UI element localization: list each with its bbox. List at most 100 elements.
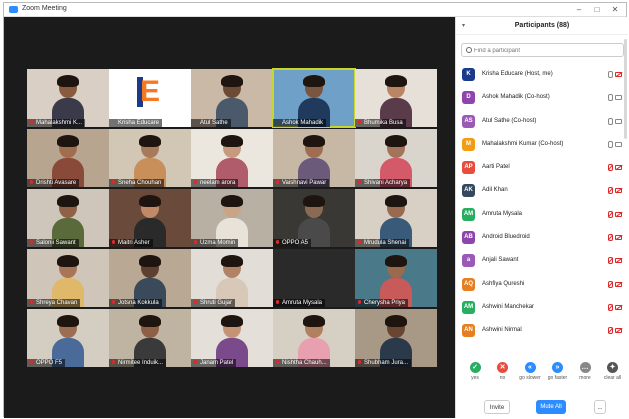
video-off-icon[interactable] xyxy=(615,235,622,241)
reaction-go-faster-button[interactable]: » go faster xyxy=(544,362,572,381)
participant-scrollbar[interactable] xyxy=(624,39,627,139)
avatar: AN xyxy=(462,324,475,338)
muted-mic-icon[interactable] xyxy=(607,257,613,265)
participant-name: Ashwini Nirmal xyxy=(482,327,522,334)
participant-row[interactable]: M Mahalakshmi Kumar (Co-host) xyxy=(456,134,629,157)
tile-name-label: Mrudula Shenai xyxy=(355,239,410,247)
video-tile[interactable]: Uzma Momin xyxy=(191,189,273,247)
tile-name-label: Jotsna Kokkula xyxy=(109,299,162,307)
muted-mic-icon[interactable] xyxy=(607,303,613,311)
reaction-more-button[interactable]: … more xyxy=(571,362,599,381)
participant-row[interactable]: AN Ashwini Nirmal xyxy=(456,320,629,343)
video-tile[interactable]: Cherysha Priya xyxy=(355,249,437,307)
participant-row[interactable]: AQ Ashfiya Qureshi xyxy=(456,274,629,297)
video-tile[interactable]: Shubham Jura... xyxy=(355,309,437,367)
video-icon[interactable] xyxy=(615,95,622,101)
video-tile[interactable]: Sneha Chouhan xyxy=(109,129,191,187)
reaction-go-slower-button[interactable]: « go slower xyxy=(516,362,544,381)
video-tile[interactable]: Nishtha Chauh... xyxy=(273,309,355,367)
muted-mic-icon[interactable] xyxy=(607,234,613,242)
video-off-icon[interactable] xyxy=(615,188,622,194)
avatar: AK xyxy=(462,184,475,198)
avatar: AM xyxy=(462,207,475,221)
muted-mic-icon[interactable] xyxy=(607,327,613,335)
reaction-label: no xyxy=(499,375,506,381)
video-tile[interactable]: Bhumika Busa xyxy=(355,69,437,127)
mic-icon[interactable] xyxy=(607,140,613,148)
muted-mic-icon xyxy=(358,300,362,305)
video-icon[interactable] xyxy=(615,118,622,124)
video-tile[interactable]: Ashok Mahadik xyxy=(272,68,356,128)
video-off-icon[interactable] xyxy=(615,281,622,287)
participants-header: ▾ Participants (88) xyxy=(456,17,628,35)
video-tile[interactable]: Shruti Gujar xyxy=(191,249,273,307)
video-tile[interactable]: E Krisha Educare xyxy=(109,69,191,127)
muted-mic-icon[interactable] xyxy=(607,164,613,172)
video-tile[interactable]: Jotsna Kokkula xyxy=(109,249,191,307)
video-off-icon[interactable] xyxy=(615,328,622,334)
avatar: AM xyxy=(462,300,475,314)
close-icon[interactable]: ✕ xyxy=(606,3,624,16)
reaction-clear-all-button[interactable]: ✦ clear all xyxy=(599,362,627,381)
video-tile[interactable]: Shreya Chavan xyxy=(27,249,109,307)
video-tile[interactable]: Drishti Avasare xyxy=(27,129,109,187)
video-tile[interactable]: Atul Sathe xyxy=(191,69,273,127)
video-icon[interactable] xyxy=(615,141,622,147)
video-tile[interactable]: Mahalakshmi K... xyxy=(27,69,109,127)
maximize-icon[interactable]: □ xyxy=(588,3,606,16)
participant-row[interactable]: AM Amruta Mysala xyxy=(456,204,629,227)
minimize-icon[interactable]: – xyxy=(570,3,588,16)
participant-row[interactable]: a Anjali Sawant xyxy=(456,250,629,273)
tile-name-label: Shubham Jura... xyxy=(355,359,412,367)
participant-name: Atul Sathe (Co-host) xyxy=(482,117,537,124)
video-tile[interactable]: Salonii Sawant xyxy=(27,189,109,247)
more-options-button[interactable]: ... xyxy=(594,400,606,414)
participant-row[interactable]: AM Ashwini Manchekar xyxy=(456,297,629,320)
participant-row[interactable]: AK Adil Khan xyxy=(456,180,629,203)
avatar: a xyxy=(462,254,475,268)
muted-mic-icon xyxy=(194,300,198,305)
participant-row[interactable]: K Krisha Educare (Host, me) xyxy=(456,64,629,87)
muted-mic-icon[interactable] xyxy=(607,187,613,195)
participant-video xyxy=(132,192,168,247)
tile-name-label: Drishti Avasare xyxy=(27,179,80,187)
muted-mic-icon xyxy=(276,180,280,185)
reaction-icon: … xyxy=(579,362,591,373)
invite-button[interactable]: Invite xyxy=(484,400,510,414)
video-off-icon[interactable] xyxy=(615,72,622,77)
video-tile[interactable]: Nirmitee Induik... xyxy=(109,309,191,367)
participant-search[interactable] xyxy=(461,43,624,57)
muted-mic-icon[interactable] xyxy=(607,210,613,218)
video-tile[interactable]: OPPO A5 xyxy=(273,189,355,247)
participant-row[interactable]: AB Android Bluedroid xyxy=(456,227,629,250)
participant-row[interactable]: D Ashok Mahadik (Co-host) xyxy=(456,87,629,110)
participant-row[interactable]: AS Atul Sathe (Co-host) xyxy=(456,111,629,134)
video-tile[interactable]: Vaishnavi Pawar xyxy=(273,129,355,187)
participant-name: Krisha Educare (Host, me) xyxy=(482,71,553,77)
video-tile[interactable]: Amruta Mysala xyxy=(273,249,355,307)
reaction-no-button[interactable]: ✕ no xyxy=(489,362,517,381)
video-tile[interactable]: Janam Patel xyxy=(191,309,273,367)
avatar: M xyxy=(462,137,475,151)
muted-mic-icon[interactable] xyxy=(607,280,613,288)
video-off-icon[interactable] xyxy=(615,258,622,264)
video-tile[interactable]: Maitri Asher xyxy=(109,189,191,247)
mic-icon[interactable] xyxy=(607,71,613,78)
video-tile[interactable]: Shivani Acharya xyxy=(355,129,437,187)
video-tile[interactable]: neelam arora xyxy=(191,129,273,187)
search-input[interactable] xyxy=(474,45,620,56)
participant-video xyxy=(214,252,250,307)
video-tile[interactable]: OPPO F5 xyxy=(27,309,109,367)
mic-icon[interactable] xyxy=(607,94,613,102)
video-off-icon[interactable] xyxy=(615,304,622,310)
mic-icon[interactable] xyxy=(607,117,613,125)
mute-all-button[interactable]: Mute All xyxy=(536,400,566,414)
reaction-icon: « xyxy=(524,362,536,373)
participant-name: Adil Khan xyxy=(482,187,508,194)
video-tile[interactable]: Mrudula Shenai xyxy=(355,189,437,247)
participants-title: Participants (88) xyxy=(514,22,570,29)
video-off-icon[interactable] xyxy=(615,165,622,171)
participant-row[interactable]: AP Aarti Patel xyxy=(456,157,629,180)
video-off-icon[interactable] xyxy=(615,211,622,217)
reaction-yes-button[interactable]: ✓ yes xyxy=(461,362,489,381)
